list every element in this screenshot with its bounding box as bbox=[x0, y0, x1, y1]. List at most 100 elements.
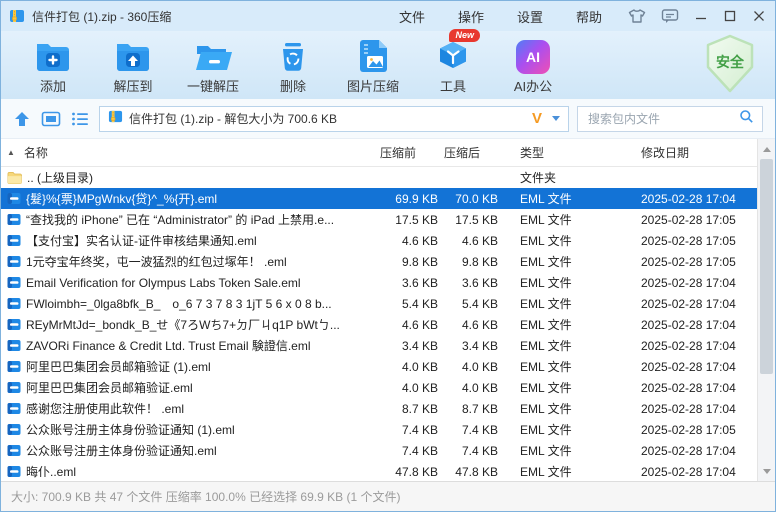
file-type: EML 文件 bbox=[508, 295, 635, 312]
table-row[interactable]: Email Verification for Olympus Labs Toke… bbox=[1, 272, 759, 293]
size-after: 3.4 KB bbox=[444, 339, 508, 353]
minimize-button[interactable] bbox=[695, 10, 707, 22]
file-name: 晦仆..eml bbox=[26, 463, 76, 480]
size-before: 4.0 KB bbox=[366, 360, 444, 374]
file-list-area: ▲ 名称 压缩前 压缩后 类型 修改日期 .. (上级目录)文件夹{髮}%{票}… bbox=[1, 139, 775, 481]
file-type: 文件夹 bbox=[508, 169, 635, 186]
ai-office-button[interactable]: AI AI办公 bbox=[493, 36, 573, 95]
menu-file[interactable]: 文件 bbox=[399, 7, 425, 26]
eml-icon bbox=[7, 192, 21, 205]
search-box bbox=[577, 106, 763, 132]
ai-office-label: AI办公 bbox=[514, 76, 552, 95]
file-type: EML 文件 bbox=[508, 379, 635, 396]
status-text: 大小: 700.9 KB 共 47 个文件 压缩率 100.0% 已经选择 69… bbox=[11, 488, 400, 505]
v-logo: V bbox=[532, 110, 542, 127]
table-row[interactable]: “查找我的 iPhone” 已在 “Administrator” 的 iPad … bbox=[1, 209, 759, 230]
search-icon[interactable] bbox=[739, 109, 754, 129]
table-row[interactable]: 公众账号注册主体身份验证通知.eml7.4 KB7.4 KBEML 文件2025… bbox=[1, 440, 759, 461]
sort-ascending-icon: ▲ bbox=[7, 148, 15, 157]
list-view-button[interactable] bbox=[71, 111, 89, 127]
table-row[interactable]: 晦仆..eml47.8 KB47.8 KBEML 文件2025-02-28 17… bbox=[1, 461, 759, 481]
column-header-size-before[interactable]: 压缩前 bbox=[366, 144, 444, 161]
search-input[interactable] bbox=[586, 111, 739, 127]
column-header-size-after[interactable]: 压缩后 bbox=[444, 144, 508, 161]
date-modified: 2025-02-28 17:04 bbox=[635, 402, 759, 416]
file-name: 1元夺宝年终奖，屯一波猛烈的红包过塚年！ .eml bbox=[26, 253, 287, 270]
table-row[interactable]: 阿里巴巴集团会员邮箱验证 (1).eml4.0 KB4.0 KBEML 文件20… bbox=[1, 356, 759, 377]
table-row[interactable]: FWloimbh=_0lga8bfk_B_ o_6 7 3 7 8 3 1jT … bbox=[1, 293, 759, 314]
archive-path-text: 信件打包 (1).zip - 解包大小为 700.6 KB bbox=[129, 110, 526, 127]
file-type: EML 文件 bbox=[508, 358, 635, 375]
close-button[interactable] bbox=[753, 10, 765, 22]
size-after: 17.5 KB bbox=[444, 213, 508, 227]
date-modified: 2025-02-28 17:05 bbox=[635, 213, 759, 227]
date-modified: 2025-02-28 17:04 bbox=[635, 339, 759, 353]
eml-icon bbox=[7, 402, 21, 415]
size-before: 5.4 KB bbox=[366, 297, 444, 311]
date-modified: 2025-02-28 17:04 bbox=[635, 297, 759, 311]
table-row[interactable]: REyMrMtJd=_bondk_B_せ《7ろWち7+ㄉ厂ㄐq1P bWtㄅ..… bbox=[1, 314, 759, 335]
image-compress-label: 图片压缩 bbox=[347, 76, 399, 95]
maximize-button[interactable] bbox=[724, 10, 736, 22]
size-after: 7.4 KB bbox=[444, 444, 508, 458]
file-type: EML 文件 bbox=[508, 190, 635, 207]
vertical-scrollbar[interactable] bbox=[757, 139, 775, 481]
size-before: 4.6 KB bbox=[366, 318, 444, 332]
menu-bar: 文件 操作 设置 帮助 bbox=[399, 7, 602, 26]
file-type: EML 文件 bbox=[508, 274, 635, 291]
date-modified: 2025-02-28 17:04 bbox=[635, 276, 759, 290]
table-row[interactable]: ZAVORi Finance & Credit Ltd. Trust Email… bbox=[1, 335, 759, 356]
skin-theme-icon[interactable] bbox=[628, 8, 646, 24]
file-type: EML 文件 bbox=[508, 421, 635, 438]
table-row[interactable]: {髮}%{票}MPgWnkv{贷}^_%{开}.eml69.9 KB70.0 K… bbox=[1, 188, 759, 209]
safety-badge[interactable]: 安全 bbox=[701, 34, 759, 99]
file-type: EML 文件 bbox=[508, 463, 635, 480]
delete-button[interactable]: 删除 bbox=[253, 36, 333, 95]
scroll-down-icon[interactable] bbox=[758, 463, 775, 479]
table-row[interactable]: 感谢您注册使用此软件！ .eml8.7 KB8.7 KBEML 文件2025-0… bbox=[1, 398, 759, 419]
feedback-icon[interactable] bbox=[661, 8, 679, 24]
eml-icon bbox=[7, 297, 21, 310]
size-after: 70.0 KB bbox=[444, 192, 508, 206]
thumbnail-view-button[interactable] bbox=[41, 111, 61, 127]
tools-button[interactable]: New 工具 bbox=[413, 36, 493, 95]
size-before: 3.4 KB bbox=[366, 339, 444, 353]
table-row[interactable]: 1元夺宝年终奖，屯一波猛烈的红包过塚年！ .eml9.8 KB9.8 KBEML… bbox=[1, 251, 759, 272]
table-row[interactable]: .. (上级目录)文件夹 bbox=[1, 167, 759, 188]
eml-icon bbox=[7, 423, 21, 436]
eml-icon bbox=[7, 360, 21, 373]
column-header-date[interactable]: 修改日期 bbox=[635, 144, 759, 161]
column-header-name[interactable]: ▲ 名称 bbox=[1, 144, 366, 161]
toolbar: 添加 解压到 一键解压 删除 图片压缩 New bbox=[1, 31, 775, 99]
scroll-up-icon[interactable] bbox=[758, 141, 775, 157]
image-compress-button[interactable]: 图片压缩 bbox=[333, 36, 413, 95]
archive-path-field[interactable]: 信件打包 (1).zip - 解包大小为 700.6 KB V bbox=[99, 106, 569, 132]
table-row[interactable]: 【支付宝】实名认证-证件审核结果通知.eml4.6 KB4.6 KBEML 文件… bbox=[1, 230, 759, 251]
date-modified: 2025-02-28 17:04 bbox=[635, 381, 759, 395]
new-badge: New bbox=[449, 29, 480, 42]
app-window: 信件打包 (1).zip - 360压缩 文件 操作 设置 帮助 bbox=[0, 0, 776, 512]
column-header-type[interactable]: 类型 bbox=[508, 144, 635, 161]
extract-to-button[interactable]: 解压到 bbox=[93, 36, 173, 95]
menu-help[interactable]: 帮助 bbox=[576, 7, 602, 26]
eml-icon bbox=[7, 444, 21, 457]
up-level-button[interactable] bbox=[13, 111, 31, 127]
title-bar: 信件打包 (1).zip - 360压缩 文件 操作 设置 帮助 bbox=[1, 1, 775, 31]
menu-action[interactable]: 操作 bbox=[458, 7, 484, 26]
add-button[interactable]: 添加 bbox=[13, 36, 93, 95]
add-label: 添加 bbox=[40, 76, 66, 95]
file-name: {髮}%{票}MPgWnkv{贷}^_%{开}.eml bbox=[26, 190, 217, 207]
file-name: 公众账号注册主体身份验证通知.eml bbox=[26, 442, 217, 459]
one-click-extract-button[interactable]: 一键解压 bbox=[173, 36, 253, 95]
table-row[interactable]: 公众账号注册主体身份验证通知 (1).eml7.4 KB7.4 KBEML 文件… bbox=[1, 419, 759, 440]
date-modified: 2025-02-28 17:04 bbox=[635, 360, 759, 374]
path-dropdown-icon[interactable] bbox=[552, 116, 560, 121]
scrollbar-thumb[interactable] bbox=[760, 159, 773, 374]
table-row[interactable]: 阿里巴巴集团会员邮箱验证.eml4.0 KB4.0 KBEML 文件2025-0… bbox=[1, 377, 759, 398]
eml-icon bbox=[7, 381, 21, 394]
file-name: 阿里巴巴集团会员邮箱验证.eml bbox=[26, 379, 193, 396]
eml-icon bbox=[7, 339, 21, 352]
size-after: 8.7 KB bbox=[444, 402, 508, 416]
menu-settings[interactable]: 设置 bbox=[517, 7, 543, 26]
add-folder-icon bbox=[33, 36, 73, 74]
